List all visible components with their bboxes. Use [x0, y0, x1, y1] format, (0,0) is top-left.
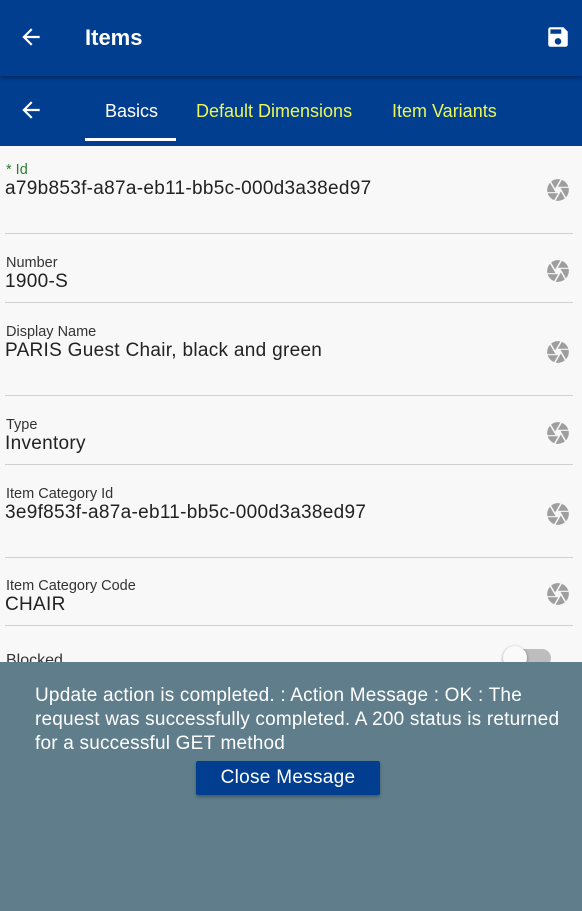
field-label: Number: [6, 255, 58, 271]
close-message-button[interactable]: Close Message: [196, 761, 380, 795]
arrow-left-icon[interactable]: [18, 97, 44, 123]
aperture-icon[interactable]: [545, 258, 571, 284]
active-tab-indicator: [85, 138, 176, 141]
field-label: Display Name: [6, 324, 97, 340]
field-label: Item Category Code: [6, 578, 136, 594]
floppy-disk-icon[interactable]: [545, 24, 571, 50]
field-value[interactable]: Inventory: [5, 433, 86, 455]
divider: [5, 464, 573, 465]
field-label: * Id: [6, 162, 28, 178]
aperture-icon[interactable]: [545, 177, 571, 203]
arrow-left-icon[interactable]: [18, 24, 44, 50]
aperture-icon[interactable]: [545, 420, 571, 446]
status-message: Update action is completed. : Action Mes…: [35, 685, 560, 754]
app-bar: Items: [0, 0, 582, 76]
divider: [5, 302, 573, 303]
field-value[interactable]: 3e9f853f-a87a-eb11-bb5c-000d3a38ed97: [5, 502, 366, 524]
divider: [5, 395, 573, 396]
tab-bar: Basics Default Dimensions Item Variants: [0, 76, 582, 146]
tab-item-variants[interactable]: Item Variants: [392, 101, 497, 122]
aperture-icon[interactable]: [545, 501, 571, 527]
field-value[interactable]: PARIS Guest Chair, black and green: [5, 340, 322, 362]
divider: [5, 233, 573, 234]
tab-default-dimensions[interactable]: Default Dimensions: [196, 101, 352, 122]
field-value[interactable]: 1900-S: [5, 271, 68, 293]
page-title: Items: [85, 25, 143, 50]
aperture-icon[interactable]: [545, 339, 571, 365]
field-label: Item Category Id: [6, 486, 114, 502]
divider: [5, 625, 573, 626]
aperture-icon[interactable]: [545, 581, 571, 607]
tab-basics[interactable]: Basics: [105, 101, 158, 122]
field-value[interactable]: a79b853f-a87a-eb11-bb5c-000d3a38ed97: [5, 178, 371, 200]
field-label: Type: [6, 417, 38, 433]
message-panel: Update action is completed. : Action Mes…: [0, 662, 582, 911]
divider: [5, 557, 573, 558]
field-value[interactable]: CHAIR: [5, 594, 66, 616]
